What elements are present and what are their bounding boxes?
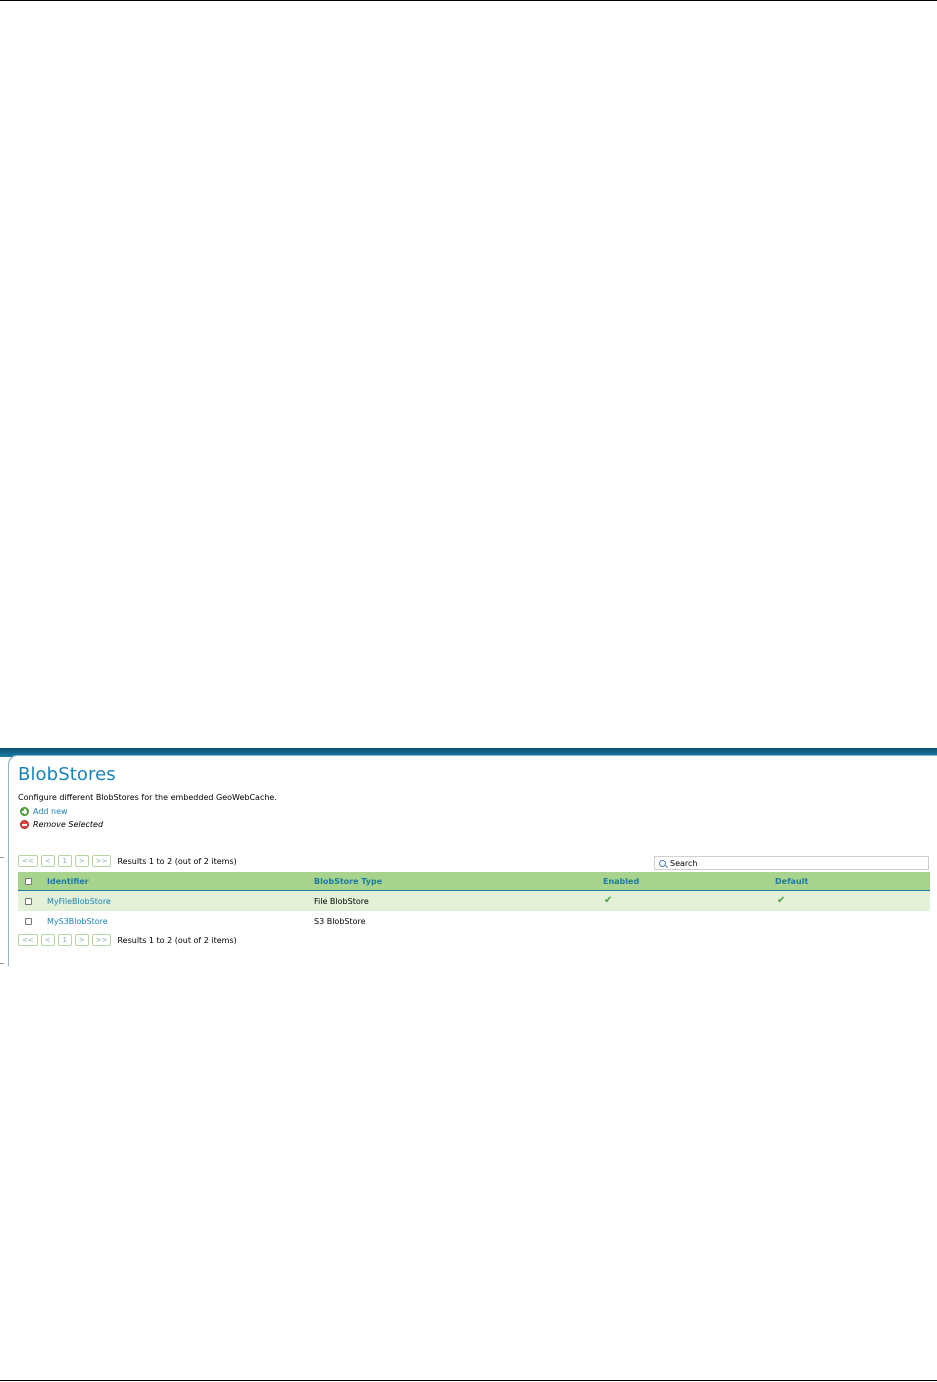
- blobstore-type: File BlobStore: [314, 896, 369, 906]
- add-new-link[interactable]: Add new: [20, 807, 68, 816]
- pager-first-button[interactable]: <<: [18, 934, 38, 946]
- search-input[interactable]: Search: [670, 859, 697, 868]
- bottom-page-rule: [0, 1380, 937, 1381]
- pager-first-button[interactable]: <<: [18, 855, 38, 867]
- column-header-default[interactable]: Default: [775, 877, 915, 886]
- table-row: MyS3BlobStore S3 BlobStore: [18, 911, 930, 931]
- pager-next-button[interactable]: >: [74, 855, 89, 867]
- column-header-type[interactable]: BlobStore Type: [314, 877, 603, 886]
- pager-results-text: Results 1 to 2 (out of 2 items): [117, 935, 237, 945]
- search-field[interactable]: Search: [654, 856, 929, 870]
- page-description: Configure different BlobStores for the e…: [18, 793, 277, 802]
- column-header-identifier[interactable]: Identifier: [47, 877, 314, 886]
- enabled-check-icon: ✔: [604, 895, 613, 906]
- table-row: MyFileBlobStore File BlobStore ✔ ✔: [18, 891, 930, 911]
- pager-prev-button[interactable]: <: [40, 855, 55, 867]
- blobstore-identifier-link[interactable]: MyFileBlobStore: [47, 897, 314, 906]
- pager-bottom: << < 1 > >> Results 1 to 2 (out of 2 ite…: [18, 934, 237, 946]
- add-new-label: Add new: [33, 807, 68, 816]
- pager-last-button[interactable]: >>: [91, 855, 112, 867]
- blobstore-identifier-link[interactable]: MyS3BlobStore: [47, 917, 314, 926]
- select-all-checkbox[interactable]: [25, 877, 32, 885]
- top-page-rule: [0, 0, 937, 1]
- default-check-icon: ✔: [777, 895, 786, 906]
- pager-prev-button[interactable]: <: [40, 934, 55, 946]
- row-checkbox[interactable]: [25, 917, 32, 925]
- row-checkbox[interactable]: [25, 897, 32, 905]
- table-header: Identifier BlobStore Type Enabled Defaul…: [18, 872, 930, 891]
- pager-page-button[interactable]: 1: [57, 855, 72, 867]
- pager-page-button[interactable]: 1: [57, 934, 72, 946]
- add-icon: [20, 807, 29, 816]
- edge-mark: [0, 857, 4, 858]
- blobstores-table: Identifier BlobStore Type Enabled Defaul…: [18, 872, 930, 931]
- search-icon: [659, 859, 666, 867]
- pager-next-button[interactable]: >: [74, 934, 89, 946]
- pager-top: << < 1 > >> Results 1 to 2 (out of 2 ite…: [18, 855, 237, 867]
- remove-selected-link[interactable]: Remove Selected: [20, 820, 103, 829]
- page-title: BlobStores: [18, 764, 116, 785]
- remove-selected-label: Remove Selected: [33, 820, 104, 829]
- column-header-enabled[interactable]: Enabled: [603, 877, 775, 886]
- edge-mark: [0, 963, 4, 964]
- blobstore-type: S3 BlobStore: [314, 916, 366, 926]
- pager-last-button[interactable]: >>: [91, 934, 112, 946]
- pager-results-text: Results 1 to 2 (out of 2 items): [117, 856, 237, 866]
- remove-icon: [20, 820, 29, 829]
